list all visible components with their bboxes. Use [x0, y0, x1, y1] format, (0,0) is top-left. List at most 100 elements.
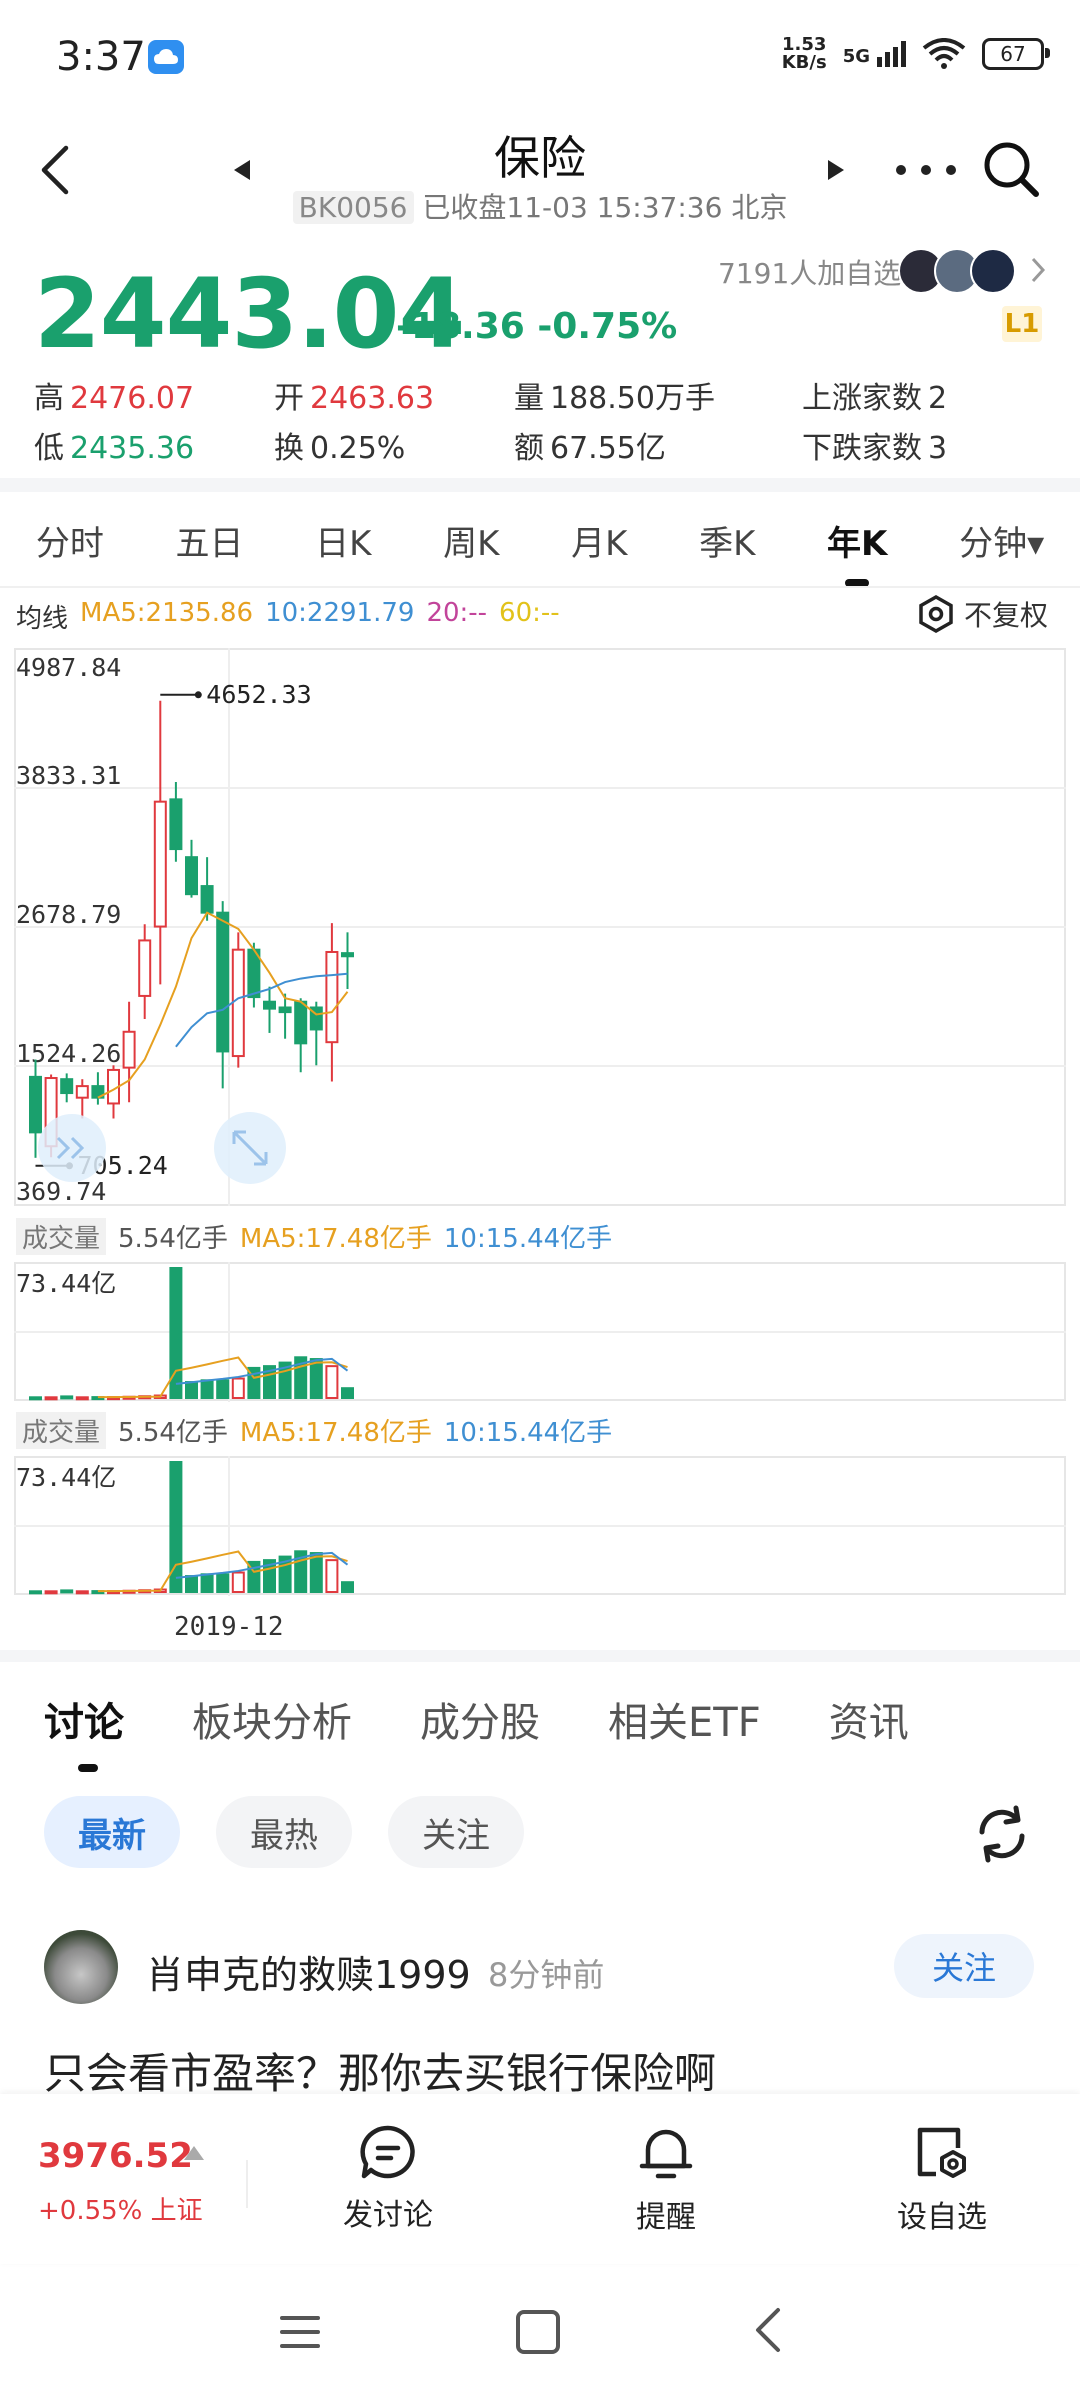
- tab-intraday[interactable]: 分时: [32, 516, 108, 565]
- fullscreen-button[interactable]: [214, 1112, 286, 1184]
- y-axis-label: 4987.84: [16, 653, 121, 682]
- volume-bar: [231, 1377, 245, 1399]
- divider: [246, 2160, 248, 2208]
- volume-bar: [75, 1396, 89, 1401]
- nav-menu-button[interactable]: [280, 2316, 320, 2358]
- y-axis-label: 1524.26: [16, 1039, 121, 1068]
- tab-news[interactable]: 资讯: [829, 1690, 909, 1748]
- filter-following[interactable]: 关注: [388, 1796, 524, 1868]
- candle: [216, 901, 230, 1089]
- tab-monthly-k[interactable]: 月K: [567, 516, 631, 565]
- nav-home-button[interactable]: [516, 2310, 560, 2354]
- volume-bar: [185, 1381, 198, 1399]
- volume-bar: [185, 1575, 198, 1593]
- volume-bar: [309, 1358, 323, 1400]
- post-time: 8分钟前: [488, 1956, 605, 1994]
- tab-weekly-k[interactable]: 周K: [439, 516, 503, 565]
- ma10-value: 10:2291.79: [265, 598, 415, 628]
- tab-quarterly-k[interactable]: 季K: [695, 516, 759, 565]
- candle: [91, 1072, 105, 1105]
- post-content[interactable]: 只会看市盈率？那你去买银行保险啊: [44, 2040, 716, 2101]
- divider: [0, 586, 1080, 588]
- kline-chart[interactable]: 4987.84 3833.31 2678.79 1524.26 369.74 4…: [14, 648, 1066, 1208]
- status-time: 3:37: [56, 34, 146, 80]
- candle: [60, 1073, 74, 1103]
- volume-legend[interactable]: 成交量 5.54亿手 MA5:17.48亿手 10:15.44亿手: [16, 1218, 612, 1255]
- tab-yearly-k[interactable]: 年K: [823, 516, 891, 565]
- index-change[interactable]: +0.55% 上证: [38, 2190, 203, 2227]
- candle: [122, 1001, 136, 1103]
- follow-button[interactable]: 关注: [894, 1934, 1034, 1998]
- refresh-button[interactable]: [970, 1802, 1034, 1866]
- volume-bar: [29, 1396, 42, 1401]
- filter-chips: 最新 最热 关注: [44, 1796, 524, 1868]
- section-divider: [0, 1650, 1080, 1662]
- filter-hottest[interactable]: 最热: [216, 1796, 352, 1868]
- stat-decliners: 下跌家数 3: [802, 431, 948, 466]
- candle-body: [341, 952, 354, 958]
- tab-minute[interactable]: 分钟▾: [955, 516, 1048, 565]
- ma-legend[interactable]: 均线 MA5:2135.86 10:2291.79 20:-- 60:--: [16, 598, 560, 635]
- quote-stats: 高 2476.07 开 2463.63 量 188.50万手 上涨家数 2 低 2435.…: [34, 370, 1054, 470]
- dot-icon: [896, 165, 906, 175]
- more-menu-button[interactable]: [896, 150, 956, 190]
- level-badge[interactable]: L1: [1002, 306, 1042, 342]
- index-value[interactable]: 3976.52: [38, 2136, 193, 2176]
- avatar[interactable]: [44, 1930, 118, 2004]
- triangle-up-icon: [184, 2146, 204, 2160]
- tab-related-etf[interactable]: 相关ETF: [608, 1690, 761, 1748]
- candle-body: [231, 948, 245, 1058]
- follower-avatars[interactable]: [898, 248, 1016, 294]
- status-indicators: 1.53 KB/s 5G 67: [782, 36, 1050, 72]
- tab-constituents[interactable]: 成分股: [420, 1690, 540, 1748]
- cloud-icon: [148, 40, 184, 74]
- volume-value: 5.54亿手: [118, 1224, 228, 1254]
- watchlist-settings-icon: [917, 2127, 966, 2178]
- expand-left-button[interactable]: [38, 1114, 106, 1182]
- candle-body: [263, 1000, 276, 1010]
- hexagon-settings-icon: [919, 594, 953, 634]
- stat-turnover: 换 0.25%: [274, 431, 406, 466]
- volume-chart[interactable]: 73.44亿: [14, 1456, 1066, 1596]
- y-axis-label: 3833.31: [16, 761, 121, 790]
- post-discussion-button[interactable]: 发讨论: [308, 2124, 468, 2234]
- filter-latest[interactable]: 最新: [44, 1796, 180, 1868]
- stats-row: 高 2476.07 开 2463.63 量 188.50万手 上涨家数 2: [34, 370, 1054, 420]
- volume-ma10: 10:15.44亿手: [443, 1418, 613, 1448]
- volume-chart[interactable]: 73.44亿: [14, 1262, 1066, 1402]
- chat-bubble-icon: [360, 2125, 415, 2179]
- y-axis-label: 369.74: [16, 1177, 106, 1206]
- candle-body: [278, 1006, 292, 1014]
- follower-count[interactable]: 7191人加自选: [718, 252, 901, 292]
- search-button[interactable]: [982, 140, 1042, 200]
- high-marker: 4652.33: [160, 680, 312, 709]
- tab-sector-analysis[interactable]: 板块分析: [192, 1690, 352, 1748]
- market-status: BK0056 已收盘11-03 15:37:36 北京: [0, 186, 1080, 226]
- volume-bar: [44, 1590, 58, 1595]
- volume-bar: [216, 1379, 230, 1400]
- candle: [325, 923, 339, 1082]
- menu-line-icon: [280, 2344, 320, 2348]
- tab-daily-k[interactable]: 日K: [311, 516, 375, 565]
- alert-button[interactable]: 提醒: [586, 2124, 746, 2236]
- candle-body: [153, 800, 167, 928]
- volume-tag: 成交量: [16, 1412, 107, 1449]
- dot-icon: [921, 165, 931, 175]
- wifi-icon: [922, 38, 966, 69]
- candle-body: [75, 1085, 89, 1099]
- candle: [185, 839, 198, 898]
- tab-five-day[interactable]: 五日: [172, 516, 248, 565]
- add-watchlist-button[interactable]: 设自选: [862, 2124, 1022, 2236]
- menu-line-icon: [280, 2316, 320, 2320]
- signal-icon: 5G: [843, 41, 906, 67]
- adjustment-toggle[interactable]: 不复权: [916, 594, 1048, 634]
- volume-value: 5.54亿手: [118, 1418, 228, 1448]
- nav-back-button[interactable]: [752, 2306, 782, 2358]
- post-username[interactable]: 肖申克的救赎1999: [146, 1944, 471, 1999]
- volume-legend[interactable]: 成交量 5.54亿手 MA5:17.48亿手 10:15.44亿手: [16, 1412, 612, 1449]
- followers-chevron-icon[interactable]: [1030, 256, 1046, 288]
- candle-body: [29, 1075, 42, 1134]
- volume-bar: [60, 1589, 74, 1594]
- tab-discussion[interactable]: 讨论: [44, 1690, 124, 1772]
- volume-bar: [200, 1379, 214, 1400]
